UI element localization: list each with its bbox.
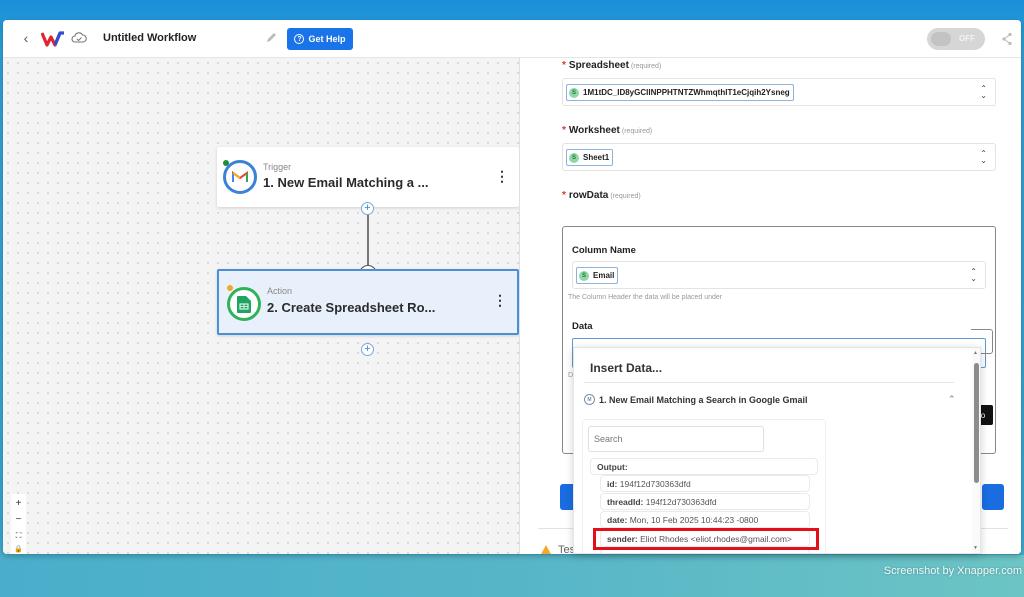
workflow-title[interactable]: Untitled Workflow [103,32,196,44]
watermark: Screenshot by Xnapper.com [883,565,1022,577]
output-field[interactable]: id: 194f12d730363dfd [600,475,810,492]
pencil-icon[interactable] [265,32,277,44]
scrollbar-thumb[interactable] [974,363,979,483]
highlight-annotation [593,528,819,550]
output-field[interactable]: date: Mon, 10 Feb 2025 10:44:23 -0800 [600,511,810,528]
share-icon[interactable] [1001,32,1013,46]
kebab-icon[interactable]: ⋮ [493,293,507,307]
kebab-icon[interactable]: ⋮ [495,169,509,183]
insert-data-title: Insert Data... [590,361,663,375]
column-name-select[interactable]: S Email ⌃ ⌄ [572,261,986,289]
scroll-up-arrow[interactable]: ▲ [973,350,978,356]
action-node[interactable]: Action 2. Create Spreadsheet Ro... ⋮ [217,269,519,335]
insert-data-dropdown: Insert Data... M 1. New Email Matching a… [573,347,981,554]
node-type: Trigger [263,162,292,172]
get-help-label: Get Help [308,34,346,44]
node-name: 1. New Email Matching a ... [263,175,429,190]
lock-icon[interactable]: 🔒 [14,546,23,553]
column-name-label: Column Name [572,245,636,256]
sheets-icon: S [569,87,579,98]
column-name-chip: S Email [576,267,619,284]
back-button[interactable]: ‹ [19,30,33,46]
add-step-button[interactable]: + [361,343,374,356]
column-name-hint: The Column Header the data will be place… [568,294,723,301]
google-sheets-icon [227,287,261,321]
chevron-up-icon[interactable]: ⌃ [948,394,956,405]
get-help-button[interactable]: ? Get Help [287,28,353,50]
divider [584,382,954,383]
fit-view-button[interactable]: ⛶ [16,531,22,540]
worksheet-select[interactable]: S Sheet1 ⌃ ⌄ [562,143,996,171]
chevron-updown-icon: ⌃ ⌄ [980,149,987,165]
output-field[interactable]: threadId: 194f12d730363dfd [600,493,810,510]
node-type: Action [267,286,293,296]
spreadsheet-select[interactable]: S 1M1tDC_ID8yGCIINPPHTNTZWhmqthIT1eCjqih… [562,78,996,106]
top-bar: ‹ Untitled Workflow ? Get Help OFF [3,20,1021,58]
gmail-icon [223,160,257,194]
test-warning: Tes [540,544,575,554]
node-name: 2. Create Spreadsheet Ro... [267,300,436,315]
chevron-updown-icon: ⌃ ⌄ [970,267,977,283]
worksheet-chip: S Sheet1 [566,149,614,166]
dropdown-scrollbar[interactable]: ▲ ▼ [972,348,980,553]
desktop-background [0,555,1024,597]
zoom-out-button[interactable]: − [16,515,22,525]
zoom-in-button[interactable]: + [16,499,22,509]
connector-line [367,208,369,268]
sheets-icon: S [579,270,589,281]
spreadsheet-chip: S 1M1tDC_ID8yGCIINPPHTNTZWhmqthIT1eCjqih… [566,84,794,101]
search-input[interactable]: Search [588,426,764,452]
toggle-label: OFF [959,34,975,43]
chevron-updown-icon: ⌃ ⌄ [980,84,987,100]
app-logo[interactable] [41,30,65,48]
workflow-toggle[interactable]: OFF [927,28,985,50]
output-header[interactable]: Output: [590,458,818,475]
spreadsheet-label: * Spreadsheet (required) [562,60,662,71]
rowdata-label: * rowData (required) [562,190,641,201]
gmail-step-icon: M [584,394,595,405]
workflow-canvas[interactable]: Trigger 1. New Email Matching a ... ⋮ + … [3,58,519,554]
warning-icon [540,544,552,554]
cloud-check-icon [71,32,87,43]
worksheet-label: * Worksheet (required) [562,125,653,136]
step-group-header[interactable]: M 1. New Email Matching a Search in Goog… [584,394,808,405]
toggle-knob [931,32,951,46]
data-label: Data [572,321,593,332]
sheets-icon: S [569,152,579,163]
primary-button[interactable] [982,484,1004,510]
add-step-button[interactable]: + [361,202,374,215]
scroll-down-arrow[interactable]: ▼ [973,545,978,551]
zoom-controls: + − ⛶ 🔒 [11,494,26,554]
trigger-node[interactable]: Trigger 1. New Email Matching a ... ⋮ [217,147,519,207]
question-circle-icon: ? [294,34,305,44]
